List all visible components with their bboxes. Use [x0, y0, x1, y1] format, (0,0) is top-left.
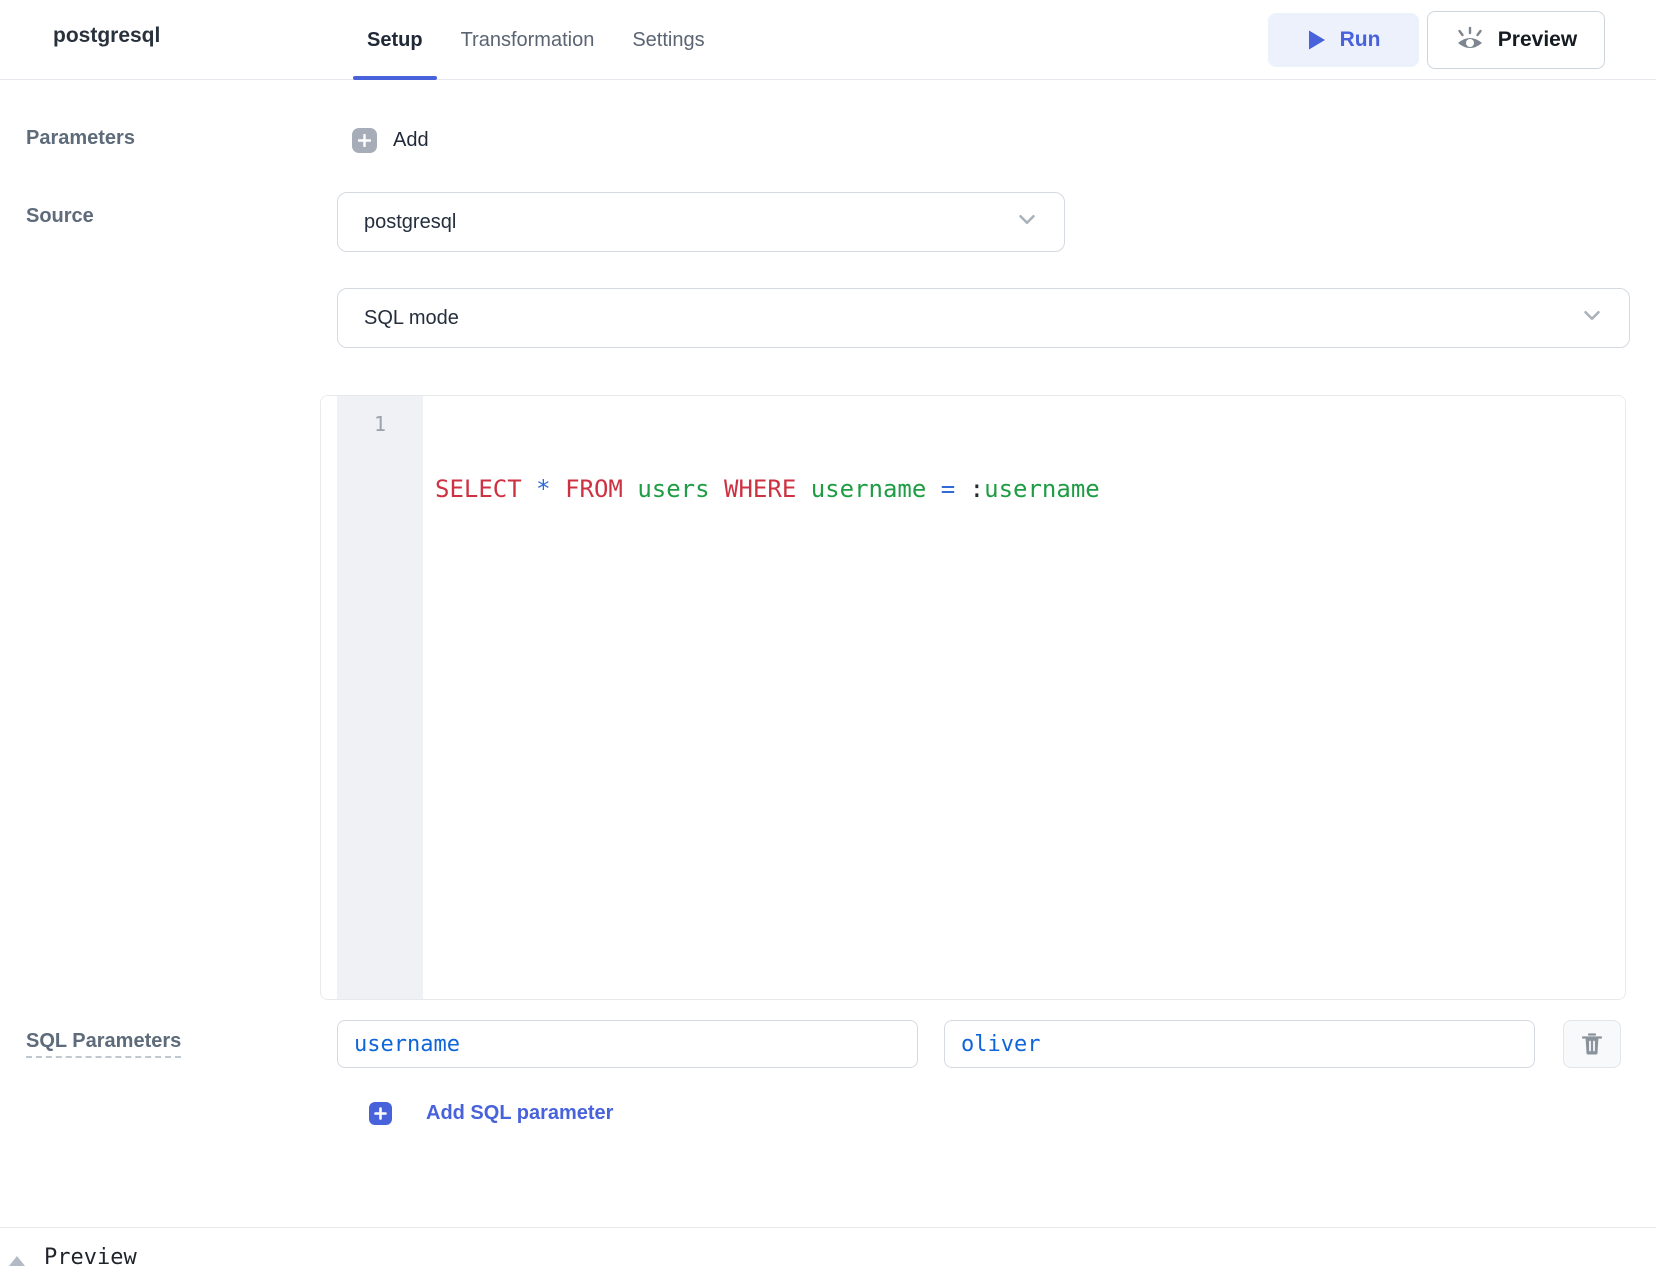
preview-button[interactable]: Preview	[1427, 11, 1605, 69]
eye-icon	[1455, 26, 1485, 54]
add-sql-parameter-button[interactable]: Add SQL parameter	[369, 1102, 613, 1125]
source-label: Source	[26, 205, 94, 228]
tab-setup[interactable]: Setup	[367, 0, 423, 80]
parameters-label: Parameters	[26, 127, 135, 150]
plus-icon	[352, 128, 377, 153]
source-select-value: postgresql	[364, 211, 456, 234]
editor-code-area[interactable]: SELECT * FROM users WHERE username = :us…	[423, 396, 1625, 999]
query-editor-page: postgresql Setup Transformation Settings…	[0, 0, 1656, 1268]
preview-button-label: Preview	[1498, 28, 1577, 52]
sql-parameters-label-text: SQL Parameters	[26, 1030, 181, 1058]
tab-setup-label: Setup	[367, 29, 423, 52]
chevron-down-icon	[1579, 303, 1605, 334]
plus-icon	[369, 1102, 392, 1125]
tab-settings[interactable]: Settings	[632, 0, 704, 80]
editor-left-pad	[321, 396, 337, 999]
tab-transformation[interactable]: Transformation	[461, 0, 595, 80]
page-title: postgresql	[53, 24, 160, 48]
play-icon	[1307, 29, 1327, 51]
add-parameter-label: Add	[393, 129, 429, 152]
trash-icon	[1581, 1032, 1603, 1056]
run-button-label: Run	[1340, 28, 1381, 52]
header: postgresql Setup Transformation Settings…	[0, 0, 1656, 80]
editor-gutter: 1	[337, 396, 423, 999]
tab-bar: Setup Transformation Settings	[367, 0, 705, 80]
sql-parameters-label: SQL Parameters	[26, 1030, 181, 1053]
delete-sql-parameter-button[interactable]	[1563, 1020, 1621, 1068]
sql-parameter-name-input[interactable]	[337, 1020, 918, 1068]
sql-code-editor[interactable]: 1 SELECT * FROM users WHERE username = :…	[320, 395, 1626, 1000]
header-actions: Run Preview	[1268, 0, 1605, 80]
chevron-down-icon	[1014, 207, 1040, 238]
tab-settings-label: Settings	[632, 29, 704, 52]
preview-pane-label: Preview	[44, 1245, 137, 1268]
run-button[interactable]: Run	[1268, 13, 1419, 67]
code-line: SELECT * FROM users WHERE username = :us…	[435, 473, 1625, 505]
line-number: 1	[374, 412, 386, 436]
add-parameter-button[interactable]: Add	[352, 128, 429, 153]
sql-parameter-value-input[interactable]	[944, 1020, 1535, 1068]
add-sql-parameter-label: Add SQL parameter	[426, 1102, 613, 1125]
collapse-triangle-icon[interactable]	[9, 1256, 25, 1266]
mode-select[interactable]: SQL mode	[337, 288, 1630, 348]
preview-pane-header	[0, 1228, 1656, 1268]
mode-select-value: SQL mode	[364, 307, 459, 330]
tab-transformation-label: Transformation	[461, 29, 595, 52]
active-tab-underline	[353, 76, 437, 80]
source-select[interactable]: postgresql	[337, 192, 1065, 252]
